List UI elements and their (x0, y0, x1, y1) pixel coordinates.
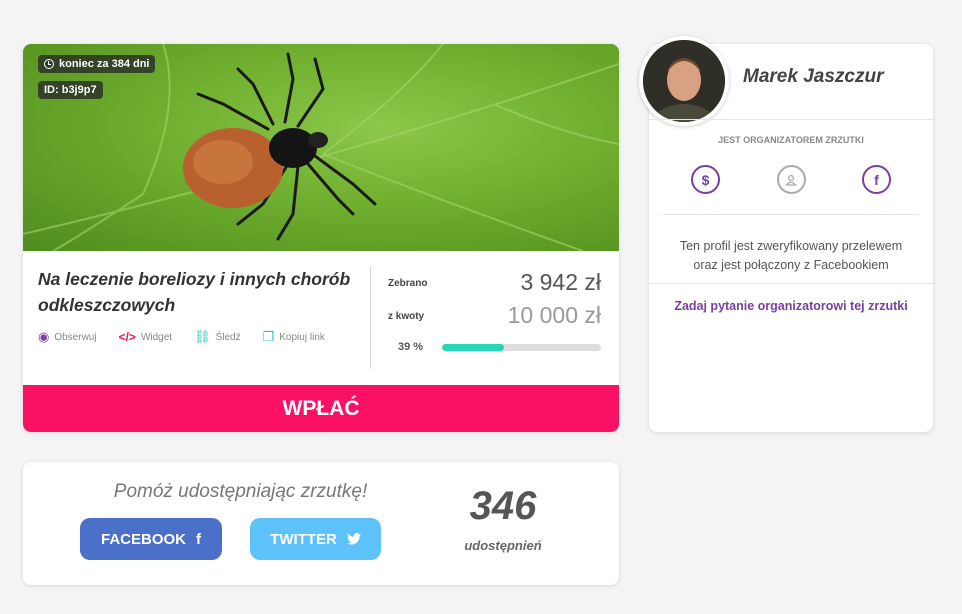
link-icon: ⛓ (194, 329, 211, 344)
organizer-divider-2 (649, 283, 933, 284)
facebook-share-label: FACEBOOK (100, 530, 186, 548)
progress-fill (442, 344, 504, 351)
organizer-card: Marek Jaszczur JEST ORGANIZATOREM ZRZUTK… (639, 36, 933, 432)
raised-value: 3 942 zł (520, 269, 601, 295)
track-label: Śledź (215, 331, 241, 343)
avatar[interactable] (639, 36, 729, 126)
goal-label: z kwoty (388, 311, 425, 322)
ask-organizer-link[interactable]: Zadaj pytanie organizatorowi tej zrzutki (649, 299, 933, 313)
widget-label: Widget (140, 331, 173, 343)
share-count: 346 (469, 484, 537, 528)
person-icon (776, 165, 806, 194)
facebook-share-button[interactable]: FACEBOOK f (80, 518, 222, 560)
share-count-label: udostępnień (464, 538, 542, 553)
copy-link-action[interactable]: ❐ Kopiuj link (263, 329, 325, 345)
share-card: Pomóż udostępniając zrzutkę! FACEBOOK f … (23, 462, 619, 585)
twitter-share-button[interactable]: TWITTER (250, 518, 381, 560)
copy-icon: ❐ (262, 329, 275, 344)
campaign-end-badge: koniec za 384 dni (38, 55, 156, 73)
campaign-end-label: koniec za 384 dni (59, 58, 150, 70)
dollar-icon: $ (691, 165, 720, 194)
campaign-actions: ◉ Obserwuj </> Widget ⛓ Śledź ❐ Kopiuj l… (38, 329, 325, 345)
organizer-name[interactable]: Marek Jaszczur (743, 66, 883, 88)
follow-label: Obserwuj (54, 331, 97, 343)
progress-bar (442, 344, 601, 351)
goal-value: 10 000 zł (507, 302, 601, 328)
campaign-title: Na leczenie boreliozy i innych chorób od… (38, 269, 351, 315)
campaign-id-label: ID: b3j9p7 (44, 84, 97, 96)
follow-action[interactable]: ◉ Obserwuj (38, 329, 97, 345)
pay-button[interactable]: WPŁAĆ (23, 385, 619, 432)
tick-illustration (23, 44, 619, 251)
campaign-id-badge: ID: b3j9p7 (38, 81, 103, 99)
eye-icon: ◉ (38, 329, 50, 344)
verified-line-1: Ten profil jest zweryfikowany przelewem (679, 239, 903, 253)
widget-action[interactable]: </> Widget (119, 329, 172, 345)
copy-link-label: Kopiuj link (279, 331, 325, 343)
organizer-divider-1 (663, 214, 919, 215)
avatar-photo (643, 40, 725, 122)
progress-percent: 39 % (398, 341, 424, 353)
verified-line-2: oraz jest połączony z Facebookiem (693, 258, 889, 272)
share-heading: Pomóż udostępniając zrzutkę! (113, 481, 368, 502)
organizer-verification-icons: $ f (691, 165, 891, 194)
raised-label: Zebrano (388, 278, 428, 289)
organizer-header-divider (649, 119, 933, 120)
organizer-role: JEST ORGANIZATOREM ZRZUTKI (718, 135, 864, 145)
campaign-photo: koniec za 384 dni ID: b3j9p7 (23, 44, 619, 251)
stats-divider (370, 266, 371, 369)
verified-text: Ten profil jest zweryfikowany przelewem … (649, 237, 933, 275)
twitter-icon (346, 533, 361, 545)
facebook-icon: f (196, 530, 201, 548)
twitter-share-label: TWITTER (270, 530, 337, 548)
clock-icon (44, 59, 54, 69)
avatar-portrait (643, 40, 725, 122)
code-icon: </> (118, 330, 136, 344)
track-action[interactable]: ⛓ Śledź (194, 329, 241, 345)
facebook-icon: f (862, 165, 891, 194)
campaign-card: koniec za 384 dni ID: b3j9p7 Na leczenie… (23, 44, 619, 432)
